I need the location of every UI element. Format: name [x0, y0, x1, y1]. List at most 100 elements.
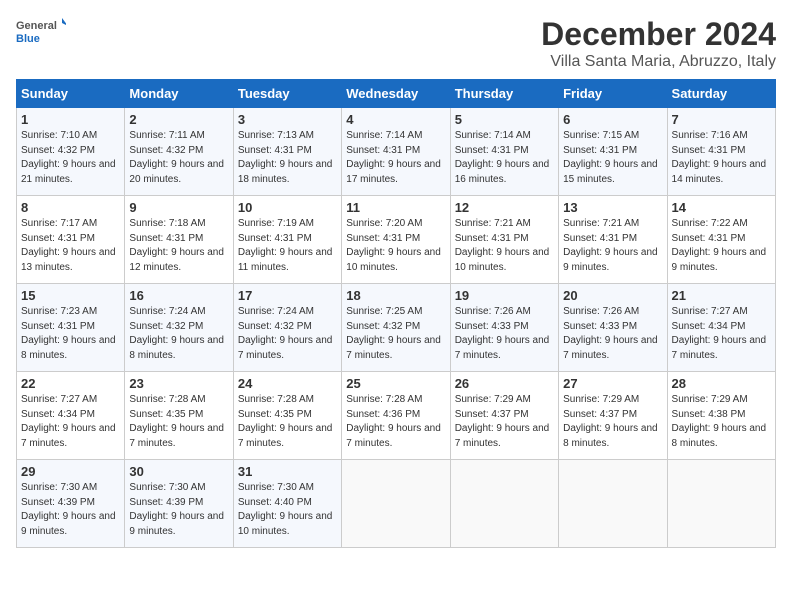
day-info: Sunrise: 7:25 AMSunset: 4:32 PMDaylight:… [346, 306, 441, 361]
calendar-cell [559, 460, 667, 548]
day-info: Sunrise: 7:26 AMSunset: 4:33 PMDaylight:… [455, 306, 550, 361]
calendar-cell: 26 Sunrise: 7:29 AMSunset: 4:37 PMDayligh… [450, 372, 558, 460]
day-number: 30 [129, 464, 228, 479]
calendar-header-friday: Friday [559, 80, 667, 108]
day-number: 12 [455, 200, 554, 215]
day-info: Sunrise: 7:30 AMSunset: 4:39 PMDaylight:… [21, 482, 116, 537]
calendar-header-saturday: Saturday [667, 80, 775, 108]
day-number: 13 [563, 200, 662, 215]
day-info: Sunrise: 7:27 AMSunset: 4:34 PMDaylight:… [21, 394, 116, 449]
day-info: Sunrise: 7:17 AMSunset: 4:31 PMDaylight:… [21, 218, 116, 273]
day-number: 11 [346, 200, 445, 215]
day-number: 22 [21, 376, 120, 391]
calendar-header-row: SundayMondayTuesdayWednesdayThursdayFrid… [17, 80, 776, 108]
day-number: 2 [129, 112, 228, 127]
day-number: 24 [238, 376, 337, 391]
calendar-week-row: 15 Sunrise: 7:23 AMSunset: 4:31 PMDayligh… [17, 284, 776, 372]
day-info: Sunrise: 7:13 AMSunset: 4:31 PMDaylight:… [238, 130, 333, 185]
calendar-cell: 22 Sunrise: 7:27 AMSunset: 4:34 PMDayligh… [17, 372, 125, 460]
calendar-cell: 18Sunrise: 7:25 AMSunset: 4:32 PMDayligh… [342, 284, 450, 372]
day-info: Sunrise: 7:28 AMSunset: 4:35 PMDaylight:… [129, 394, 224, 449]
calendar-cell: 16 Sunrise: 7:24 AMSunset: 4:32 PMDayligh… [125, 284, 233, 372]
day-info: Sunrise: 7:21 AMSunset: 4:31 PMDaylight:… [563, 218, 658, 273]
calendar-cell: 29 Sunrise: 7:30 AMSunset: 4:39 PMDayligh… [17, 460, 125, 548]
calendar-week-row: 29 Sunrise: 7:30 AMSunset: 4:39 PMDayligh… [17, 460, 776, 548]
month-title: December 2024 [541, 16, 776, 53]
day-number: 29 [21, 464, 120, 479]
day-number: 26 [455, 376, 554, 391]
day-number: 5 [455, 112, 554, 127]
day-number: 25 [346, 376, 445, 391]
day-info: Sunrise: 7:19 AMSunset: 4:31 PMDaylight:… [238, 218, 333, 273]
location-title: Villa Santa Maria, Abruzzo, Italy [541, 53, 776, 71]
day-info: Sunrise: 7:29 AMSunset: 4:38 PMDaylight:… [672, 394, 767, 449]
day-number: 21 [672, 288, 771, 303]
day-info: Sunrise: 7:14 AMSunset: 4:31 PMDaylight:… [346, 130, 441, 185]
calendar-cell: 3 Sunrise: 7:13 AMSunset: 4:31 PMDaylight… [233, 108, 341, 196]
calendar-cell: 21 Sunrise: 7:27 AMSunset: 4:34 PMDayligh… [667, 284, 775, 372]
day-number: 23 [129, 376, 228, 391]
day-number: 7 [672, 112, 771, 127]
calendar-cell [667, 460, 775, 548]
day-number: 27 [563, 376, 662, 391]
day-info: Sunrise: 7:27 AMSunset: 4:34 PMDaylight:… [672, 306, 767, 361]
calendar-cell: 4Sunrise: 7:14 AMSunset: 4:31 PMDaylight… [342, 108, 450, 196]
calendar-cell: 11 Sunrise: 7:20 AMSunset: 4:31 PMDayligh… [342, 196, 450, 284]
calendar-cell: 30Sunrise: 7:30 AMSunset: 4:39 PMDayligh… [125, 460, 233, 548]
calendar-week-row: 8 Sunrise: 7:17 AMSunset: 4:31 PMDaylight… [17, 196, 776, 284]
day-info: Sunrise: 7:29 AMSunset: 4:37 PMDaylight:… [563, 394, 658, 449]
calendar-week-row: 22 Sunrise: 7:27 AMSunset: 4:34 PMDayligh… [17, 372, 776, 460]
day-info: Sunrise: 7:18 AMSunset: 4:31 PMDaylight:… [129, 218, 224, 273]
logo: General Blue [16, 16, 66, 52]
calendar-header-thursday: Thursday [450, 80, 558, 108]
calendar-cell: 14Sunrise: 7:22 AMSunset: 4:31 PMDayligh… [667, 196, 775, 284]
day-number: 15 [21, 288, 120, 303]
calendar-week-row: 1Sunrise: 7:10 AMSunset: 4:32 PMDaylight… [17, 108, 776, 196]
day-info: Sunrise: 7:28 AMSunset: 4:35 PMDaylight:… [238, 394, 333, 449]
day-number: 19 [455, 288, 554, 303]
svg-text:General: General [16, 20, 57, 32]
title-area: December 2024 Villa Santa Maria, Abruzzo… [541, 16, 776, 71]
day-info: Sunrise: 7:29 AMSunset: 4:37 PMDaylight:… [455, 394, 550, 449]
calendar-cell: 5 Sunrise: 7:14 AMSunset: 4:31 PMDaylight… [450, 108, 558, 196]
calendar-cell [450, 460, 558, 548]
day-info: Sunrise: 7:24 AMSunset: 4:32 PMDaylight:… [238, 306, 333, 361]
day-number: 9 [129, 200, 228, 215]
calendar-cell: 17 Sunrise: 7:24 AMSunset: 4:32 PMDayligh… [233, 284, 341, 372]
calendar-cell: 23 Sunrise: 7:28 AMSunset: 4:35 PMDayligh… [125, 372, 233, 460]
calendar-cell: 6 Sunrise: 7:15 AMSunset: 4:31 PMDaylight… [559, 108, 667, 196]
day-info: Sunrise: 7:14 AMSunset: 4:31 PMDaylight:… [455, 130, 550, 185]
calendar-table: SundayMondayTuesdayWednesdayThursdayFrid… [16, 79, 776, 548]
day-info: Sunrise: 7:11 AMSunset: 4:32 PMDaylight:… [129, 130, 224, 185]
day-info: Sunrise: 7:30 AMSunset: 4:40 PMDaylight:… [238, 482, 333, 537]
day-number: 16 [129, 288, 228, 303]
day-info: Sunrise: 7:24 AMSunset: 4:32 PMDaylight:… [129, 306, 224, 361]
day-info: Sunrise: 7:15 AMSunset: 4:31 PMDaylight:… [563, 130, 658, 185]
calendar-cell: 15 Sunrise: 7:23 AMSunset: 4:31 PMDayligh… [17, 284, 125, 372]
calendar-cell: 19 Sunrise: 7:26 AMSunset: 4:33 PMDayligh… [450, 284, 558, 372]
calendar-header-tuesday: Tuesday [233, 80, 341, 108]
day-info: Sunrise: 7:23 AMSunset: 4:31 PMDaylight:… [21, 306, 116, 361]
day-info: Sunrise: 7:20 AMSunset: 4:31 PMDaylight:… [346, 218, 441, 273]
svg-text:Blue: Blue [16, 33, 40, 45]
day-info: Sunrise: 7:28 AMSunset: 4:36 PMDaylight:… [346, 394, 441, 449]
calendar-header-sunday: Sunday [17, 80, 125, 108]
day-number: 31 [238, 464, 337, 479]
calendar-header-wednesday: Wednesday [342, 80, 450, 108]
day-number: 17 [238, 288, 337, 303]
day-number: 8 [21, 200, 120, 215]
calendar-cell: 7Sunrise: 7:16 AMSunset: 4:31 PMDaylight… [667, 108, 775, 196]
calendar-cell: 20Sunrise: 7:26 AMSunset: 4:33 PMDayligh… [559, 284, 667, 372]
calendar-cell: 13 Sunrise: 7:21 AMSunset: 4:31 PMDayligh… [559, 196, 667, 284]
day-info: Sunrise: 7:10 AMSunset: 4:32 PMDaylight:… [21, 130, 116, 185]
day-info: Sunrise: 7:26 AMSunset: 4:33 PMDaylight:… [563, 306, 658, 361]
page-header: General Blue December 2024 Villa Santa M… [16, 16, 776, 71]
calendar-cell: 24 Sunrise: 7:28 AMSunset: 4:35 PMDayligh… [233, 372, 341, 460]
logo-svg: General Blue [16, 16, 66, 52]
day-info: Sunrise: 7:21 AMSunset: 4:31 PMDaylight:… [455, 218, 550, 273]
day-number: 6 [563, 112, 662, 127]
calendar-cell: 10Sunrise: 7:19 AMSunset: 4:31 PMDayligh… [233, 196, 341, 284]
day-number: 3 [238, 112, 337, 127]
calendar-header-monday: Monday [125, 80, 233, 108]
calendar-cell: 8 Sunrise: 7:17 AMSunset: 4:31 PMDaylight… [17, 196, 125, 284]
